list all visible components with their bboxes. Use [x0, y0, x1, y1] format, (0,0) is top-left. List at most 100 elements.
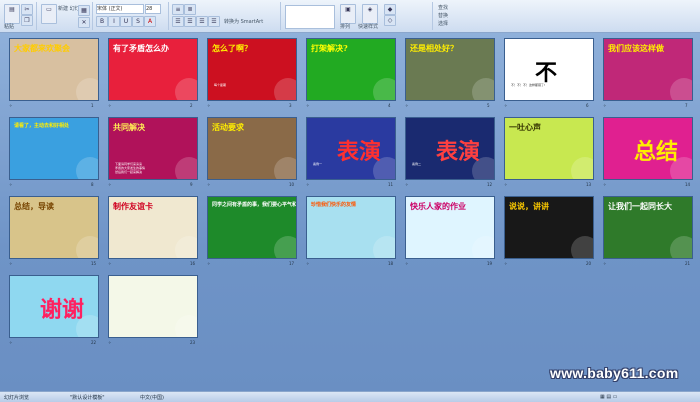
slide-transition-icon[interactable]: ✧: [207, 182, 210, 187]
bold-button[interactable]: B: [96, 16, 108, 27]
slide-transition-icon[interactable]: ✧: [405, 182, 408, 187]
smartart-label[interactable]: 转换为 SmartArt: [224, 18, 263, 25]
slide-decoration: [76, 236, 98, 258]
status-view-icons[interactable]: ▦ ▤ ▭: [600, 394, 617, 400]
quick-styles-label: 快速样式: [358, 24, 379, 30]
slide-thumbnail-17[interactable]: 同学之间有矛盾的事，我们要心平气和: [207, 196, 297, 259]
delete-slide-button[interactable]: ✕: [78, 17, 90, 28]
slide-subtext: 不！不！不！这样都错了!: [511, 83, 546, 87]
italic-button[interactable]: I: [108, 16, 120, 27]
slide-number: 22: [91, 340, 97, 345]
slide-thumbnail-10[interactable]: 活动要求: [207, 117, 297, 180]
slide-transition-icon[interactable]: ✧: [504, 261, 507, 266]
slide-thumbnail-14[interactable]: 总结: [603, 117, 693, 180]
slide-transition-icon[interactable]: ✧: [108, 340, 111, 345]
slide-transition-icon[interactable]: ✧: [603, 261, 606, 266]
slide-transition-icon[interactable]: ✧: [306, 103, 309, 108]
slide-thumbnail-8[interactable]: 请看了，主动去和好相处: [9, 117, 99, 180]
slide-transition-icon[interactable]: ✧: [306, 182, 309, 187]
slide-number: 4: [388, 103, 391, 108]
slide-number: 12: [487, 182, 493, 187]
slide-number: 17: [289, 261, 295, 266]
slide-thumbnail-7[interactable]: 我们应该这样做: [603, 38, 693, 101]
shape-fill-button[interactable]: ◆: [384, 4, 396, 15]
slide-thumbnail-16[interactable]: 制作友谊卡: [108, 196, 198, 259]
slide-thumbnail-19[interactable]: 快乐人家的作业: [405, 196, 495, 259]
slide-thumbnail-23[interactable]: [108, 275, 198, 338]
strikethrough-button[interactable]: S: [132, 16, 144, 27]
quick-styles-button[interactable]: ◈: [362, 4, 378, 24]
slide-thumbnail-6[interactable]: 不不！不！不！这样都错了!: [504, 38, 594, 101]
slide-transition-icon[interactable]: ✧: [603, 182, 606, 187]
font-name-select[interactable]: 宋体 (正文): [96, 4, 144, 14]
font-color-button[interactable]: A: [144, 16, 156, 27]
slide-thumbnail-18[interactable]: 珍惜我们快乐的友情: [306, 196, 396, 259]
slide-transition-icon[interactable]: ✧: [504, 182, 507, 187]
copy-button[interactable]: ❐: [21, 15, 33, 26]
new-slide-button[interactable]: ▭: [41, 4, 57, 24]
slide-transition-icon[interactable]: ✧: [108, 103, 111, 108]
slide-transition-icon[interactable]: ✧: [108, 261, 111, 266]
slide-thumbnail-21[interactable]: 让我们一起同长大: [603, 196, 693, 259]
font-size-select[interactable]: 28: [145, 4, 161, 14]
slide-title: 说说，讲讲: [509, 201, 549, 211]
slide-subtext: 案例一: [313, 162, 323, 166]
find-button[interactable]: 查找: [438, 4, 448, 11]
align-right-button[interactable]: ☰: [196, 16, 208, 27]
slide-thumbnail-1[interactable]: 大家都来欢聚会: [9, 38, 99, 101]
slide-number: 20: [586, 261, 592, 266]
slide-transition-icon[interactable]: ✧: [9, 261, 12, 266]
shape-outline-button[interactable]: ◇: [384, 15, 396, 26]
underline-button[interactable]: U: [120, 16, 132, 27]
slide-number: 10: [289, 182, 295, 187]
fill-icon: ◆: [387, 6, 393, 13]
slide-title: 活动要求: [212, 122, 244, 132]
slide-subtext: 每个星期: [214, 83, 227, 87]
shapes-gallery[interactable]: [285, 5, 335, 29]
slide-thumbnail-15[interactable]: 总结，导读: [9, 196, 99, 259]
slide-thumbnail-9[interactable]: 共同解决 下面请同学们来演演 矛盾的大家发生的事情 然后我们一起来解决: [108, 117, 198, 180]
watermark: www.baby611.com: [550, 365, 679, 381]
slide-transition-icon[interactable]: ✧: [9, 182, 12, 187]
numbering-button[interactable]: ≣: [184, 4, 196, 15]
replace-button[interactable]: 替换: [438, 12, 448, 19]
slide-transition-icon[interactable]: ✧: [405, 261, 408, 266]
paste-button[interactable]: ▤: [4, 4, 20, 24]
layout-button[interactable]: ▦: [78, 5, 90, 16]
slide-transition-icon[interactable]: ✧: [108, 182, 111, 187]
cut-button[interactable]: ✂: [21, 4, 33, 15]
slide-transition-icon[interactable]: ✧: [9, 340, 12, 345]
outline-icon: ◇: [387, 17, 393, 24]
slide-thumbnail-3[interactable]: 怎么了啊？ 每个星期: [207, 38, 297, 101]
slide-transition-icon[interactable]: ✧: [603, 103, 606, 108]
slide-thumbnail-20[interactable]: 说说，讲讲: [504, 196, 594, 259]
slide-thumbnail-5[interactable]: 还是相处好？: [405, 38, 495, 101]
slide-transition-icon[interactable]: ✧: [207, 103, 210, 108]
arrange-button[interactable]: ▣: [340, 4, 356, 24]
slide-transition-icon[interactable]: ✧: [9, 103, 12, 108]
slide-transition-icon[interactable]: ✧: [306, 261, 309, 266]
slide-title: 我们应该这样做: [608, 43, 664, 53]
align-center-button[interactable]: ☰: [184, 16, 196, 27]
slide-transition-icon[interactable]: ✧: [207, 261, 210, 266]
select-button[interactable]: 选择: [438, 20, 448, 27]
slide-number: 14: [685, 182, 691, 187]
slide-title: 总结，导读: [14, 201, 54, 211]
slide-subtext: 下面请同学们来演演 矛盾的大家发生的事情 然后我们一起来解决: [115, 162, 146, 174]
bullets-button[interactable]: ≡: [172, 4, 184, 15]
ribbon: ▤ ✂ ❐ 粘贴 ▭ 新建 幻灯片 ▦ ✕ 宋体 (正文) 28 B I U S…: [0, 0, 700, 33]
slide-thumbnail-13[interactable]: 一吐心声: [504, 117, 594, 180]
slide-thumbnail-11[interactable]: 表演 案例一: [306, 117, 396, 180]
slide-decoration: [274, 157, 296, 179]
font-group: 宋体 (正文) 28 B I U S A: [94, 2, 169, 30]
slide-transition-icon[interactable]: ✧: [405, 103, 408, 108]
slide-number: 23: [190, 340, 196, 345]
justify-icon: ☰: [211, 18, 217, 25]
slide-thumbnail-12[interactable]: 表演 案例二: [405, 117, 495, 180]
align-left-button[interactable]: ☰: [172, 16, 184, 27]
slide-thumbnail-22[interactable]: 谢谢: [9, 275, 99, 338]
justify-button[interactable]: ☰: [208, 16, 220, 27]
slide-transition-icon[interactable]: ✧: [504, 103, 507, 108]
slide-thumbnail-2[interactable]: 有了矛盾怎么办: [108, 38, 198, 101]
slide-thumbnail-4[interactable]: 打架解决?: [306, 38, 396, 101]
